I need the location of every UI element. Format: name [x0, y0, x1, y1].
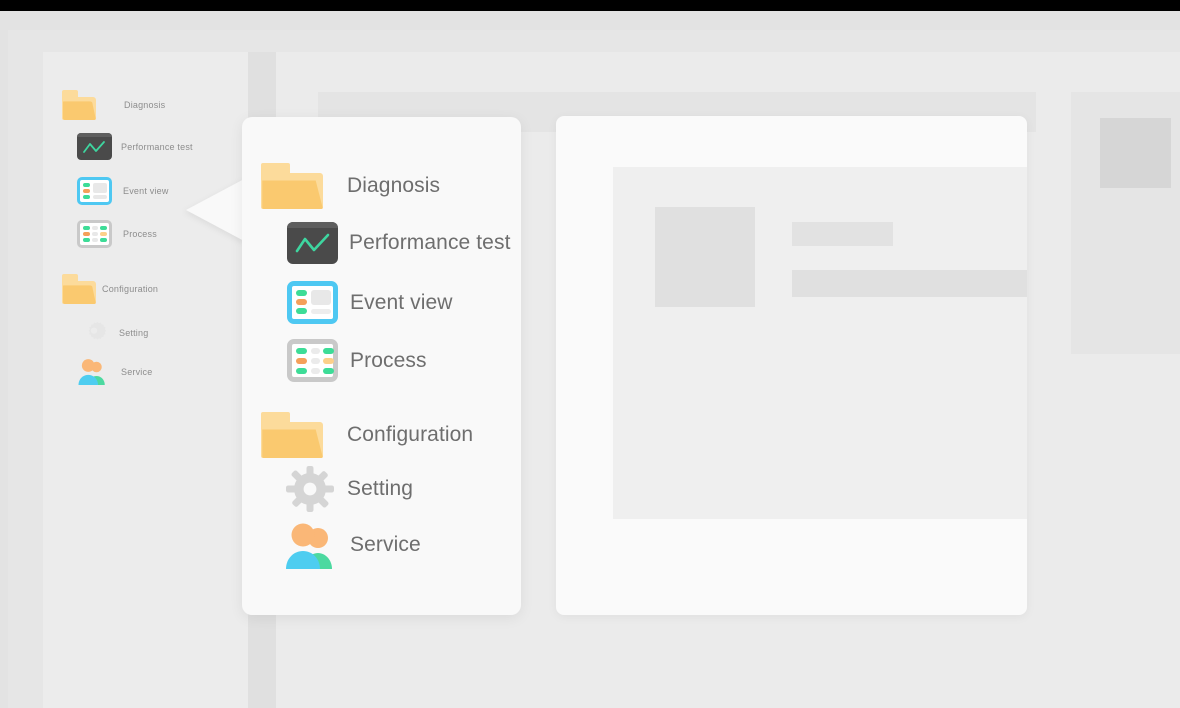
event-view-icon — [77, 177, 112, 205]
service-people-icon — [75, 358, 109, 385]
folder-icon — [261, 412, 323, 458]
sidebar-item-process[interactable]: Process — [77, 220, 157, 248]
sidebar-item-label: Performance test — [121, 141, 193, 152]
card-thumbnail-placeholder — [655, 207, 755, 307]
popup-item-label: Configuration — [347, 423, 474, 446]
popup-item-label: Performance test — [349, 231, 511, 254]
gear-icon — [79, 319, 109, 347]
sidebar-item-label: Service — [121, 366, 153, 377]
right-panel-box-placeholder — [1100, 118, 1171, 188]
process-icon — [77, 220, 112, 248]
sidebar-item-event-view[interactable]: Event view — [77, 177, 169, 205]
sidebar-item-label: Event view — [123, 186, 169, 196]
popup-item-event-view[interactable]: Event view — [287, 281, 453, 324]
popup-item-service[interactable]: Service — [282, 521, 421, 569]
sidebar-item-configuration[interactable]: Configuration — [62, 274, 158, 304]
popup-item-label: Service — [350, 533, 421, 556]
process-icon — [287, 339, 338, 382]
event-view-icon — [287, 281, 338, 324]
sidebar-item-label: Setting — [119, 328, 149, 338]
performance-test-icon — [77, 133, 112, 160]
popup-item-process[interactable]: Process — [287, 339, 427, 382]
card-text-line-short-placeholder — [792, 222, 893, 246]
sidebar-item-label: Process — [123, 229, 157, 239]
performance-test-icon — [287, 222, 338, 264]
popup-item-setting[interactable]: Setting — [284, 464, 413, 514]
popup-item-label: Diagnosis — [347, 174, 441, 197]
callout-pointer — [186, 178, 246, 242]
service-people-icon — [282, 521, 337, 569]
popup-item-label: Event view — [350, 290, 453, 314]
sidebar-item-label: Diagnosis — [124, 100, 166, 110]
popup-item-label: Setting — [347, 477, 414, 500]
sidebar-item-performance-test[interactable]: Performance test — [77, 133, 193, 160]
folder-icon — [62, 90, 96, 120]
popup-item-performance-test[interactable]: Performance test — [287, 222, 511, 264]
sidebar-item-service[interactable]: Service — [75, 358, 152, 385]
app-window: Diagnosis Performance test Event view Pr… — [0, 0, 1180, 708]
popup-item-configuration[interactable]: Configuration — [261, 412, 473, 458]
popup-item-label: Process — [350, 348, 427, 372]
gear-icon — [284, 464, 336, 514]
sidebar-item-diagnosis[interactable]: Diagnosis — [62, 90, 165, 120]
sidebar-item-setting[interactable]: Setting — [79, 319, 148, 347]
folder-icon — [62, 274, 96, 304]
folder-icon — [261, 163, 323, 209]
window-titlebar — [0, 0, 1180, 11]
card-text-line-long-placeholder — [792, 270, 1027, 297]
popup-item-diagnosis[interactable]: Diagnosis — [261, 163, 440, 209]
sidebar-item-label: Configuration — [102, 284, 159, 294]
